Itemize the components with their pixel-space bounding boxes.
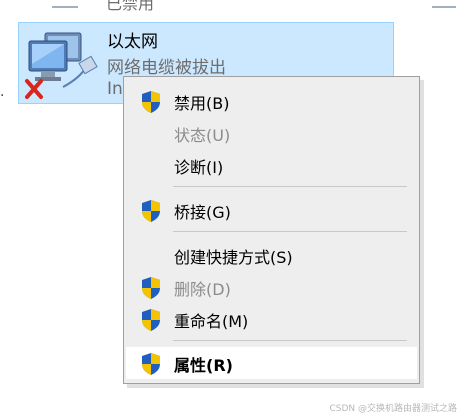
menu-item-label: 桥接(G) [174, 203, 231, 222]
menu-item-disable[interactable]: 禁用(B) [126, 85, 417, 117]
menu-item-label: 状态(U) [174, 126, 231, 145]
menu-item-create-shortcut[interactable]: 创建快捷方式(S) [126, 239, 417, 271]
menu-item-diagnose[interactable]: 诊断(I) [126, 149, 417, 181]
ethernet-disconnected-icon [25, 32, 98, 99]
uac-shield-icon [142, 277, 160, 299]
context-menu: 禁用(B) 状态(U) 诊断(I) 桥接(G) 创建快捷方式(S) 删除(D) [123, 76, 420, 384]
menu-item-label: 诊断(I) [174, 158, 224, 177]
network-adapter-icon-partial-right [432, 0, 456, 8]
adapter-status: 网络电缆被拔出 [107, 58, 226, 78]
menu-item-label: 禁用(B) [174, 94, 230, 113]
menu-item-label: 属性(R) [174, 356, 233, 375]
menu-item-label: 删除(D) [174, 280, 231, 299]
menu-item-label: 创建快捷方式(S) [174, 248, 293, 267]
menu-item-properties[interactable]: 属性(R) [126, 347, 417, 379]
uac-shield-icon [142, 353, 160, 375]
disabled-adapter-label: 已禁用 [106, 0, 155, 13]
network-adapter-icon-partial [52, 0, 78, 8]
menu-separator [173, 186, 407, 187]
menu-item-bridge[interactable]: 桥接(G) [126, 194, 417, 226]
watermark: CSDN @交换机路由器测试之路 [329, 404, 457, 414]
menu-item-delete[interactable]: 删除(D) [126, 271, 417, 303]
adapter-name: 以太网 [107, 32, 158, 52]
menu-item-status[interactable]: 状态(U) [126, 117, 417, 149]
menu-separator [173, 340, 407, 341]
uac-shield-icon [142, 309, 160, 331]
adapter-device: In [107, 79, 123, 99]
menu-item-rename[interactable]: 重命名(M) [126, 303, 417, 335]
menu-item-label: 重命名(M) [174, 312, 249, 331]
uac-shield-icon [142, 200, 160, 222]
uac-shield-icon [142, 91, 160, 113]
left-edge-marker: · [0, 88, 5, 104]
menu-separator [173, 231, 407, 232]
